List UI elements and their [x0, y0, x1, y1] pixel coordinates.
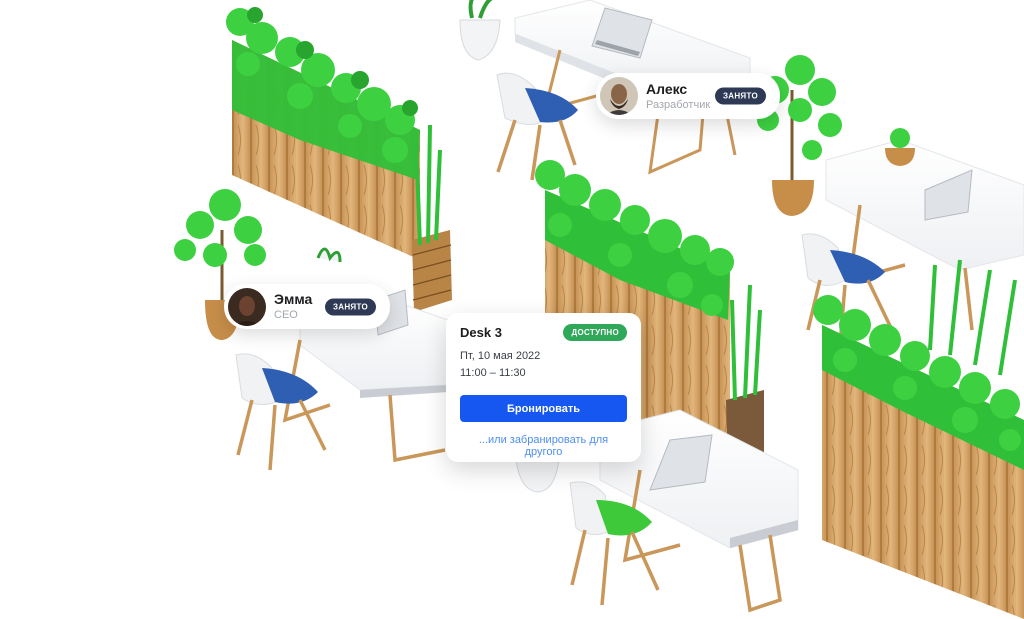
- chair-top: [496, 72, 578, 181]
- user-role: CEO: [274, 309, 298, 322]
- status-badge: ЗАНЯТО: [324, 298, 376, 315]
- avatar: [600, 77, 638, 115]
- status-badge: ЗАНЯТО: [714, 87, 766, 105]
- vase-top: [459, 0, 501, 61]
- user-role: Разработчик: [646, 98, 711, 111]
- user-name: Алекс: [646, 80, 688, 97]
- book-button[interactable]: Бронировать: [460, 395, 627, 422]
- book-for-other-link[interactable]: ...или забранировать для другого: [460, 434, 627, 458]
- partition-left: [226, 7, 452, 312]
- booking-time: 11:00 – 11:30: [460, 367, 526, 379]
- partition-right: [813, 259, 1024, 619]
- user-card-emma[interactable]: Эмма CEO ЗАНЯТО: [224, 284, 390, 329]
- office-illustration: [174, 0, 1024, 619]
- availability-badge: ДОСТУПНО: [563, 324, 627, 341]
- booking-card: Desk 3 ДОСТУПНО Пт, 10 мая 2022 11:00 – …: [446, 313, 641, 462]
- desk-title: Desk 3: [460, 325, 502, 340]
- desk-right: [825, 128, 1024, 331]
- user-name: Эмма: [274, 291, 313, 308]
- booking-date: Пт, 10 мая 2022: [460, 350, 541, 362]
- user-card-alex[interactable]: Алекс Разработчик ЗАНЯТО: [596, 73, 780, 119]
- avatar: [228, 287, 266, 326]
